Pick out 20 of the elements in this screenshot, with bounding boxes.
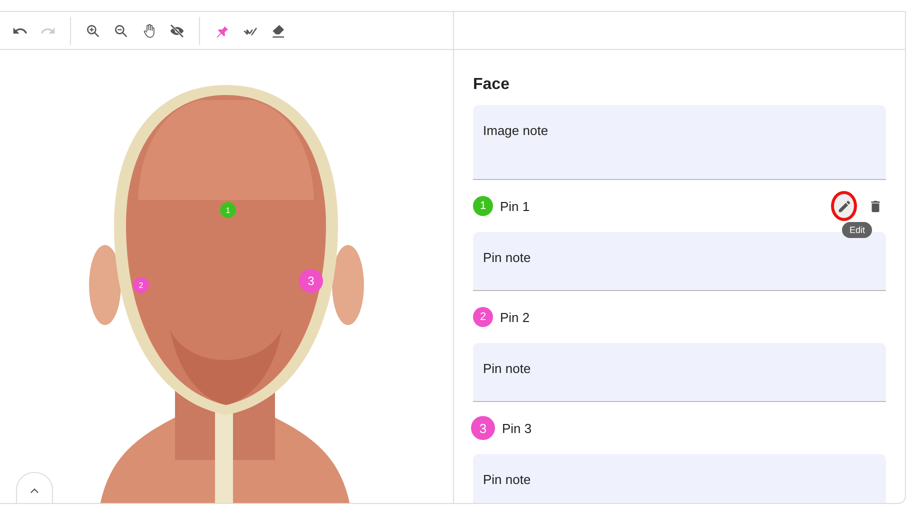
zoom-out-icon	[113, 22, 129, 38]
zoom-in-icon	[85, 22, 101, 38]
pin-badge: 2	[473, 307, 493, 327]
edit-button[interactable]	[831, 191, 857, 221]
pencil-icon	[836, 198, 852, 214]
pin-label: Pin 3	[502, 420, 533, 436]
hand-icon	[141, 22, 157, 38]
pin-note-field[interactable]: Pin note	[473, 343, 886, 402]
pin-badge: 1	[473, 196, 493, 216]
eye-off-icon	[169, 22, 185, 38]
image-note-field[interactable]: Image note	[473, 105, 886, 180]
pin-label: Pin 2	[500, 310, 531, 324]
pin-label: Pin 1	[500, 198, 531, 214]
panel-title: Face	[473, 76, 510, 94]
chevron-up-icon	[30, 488, 39, 494]
pin-badge: 3	[471, 416, 495, 440]
tooltip: Edit	[842, 222, 872, 238]
eraser-icon	[270, 22, 286, 38]
pin-note-field[interactable]: Pin note	[473, 232, 886, 291]
pin-note-field[interactable]: Pin note	[473, 454, 886, 503]
